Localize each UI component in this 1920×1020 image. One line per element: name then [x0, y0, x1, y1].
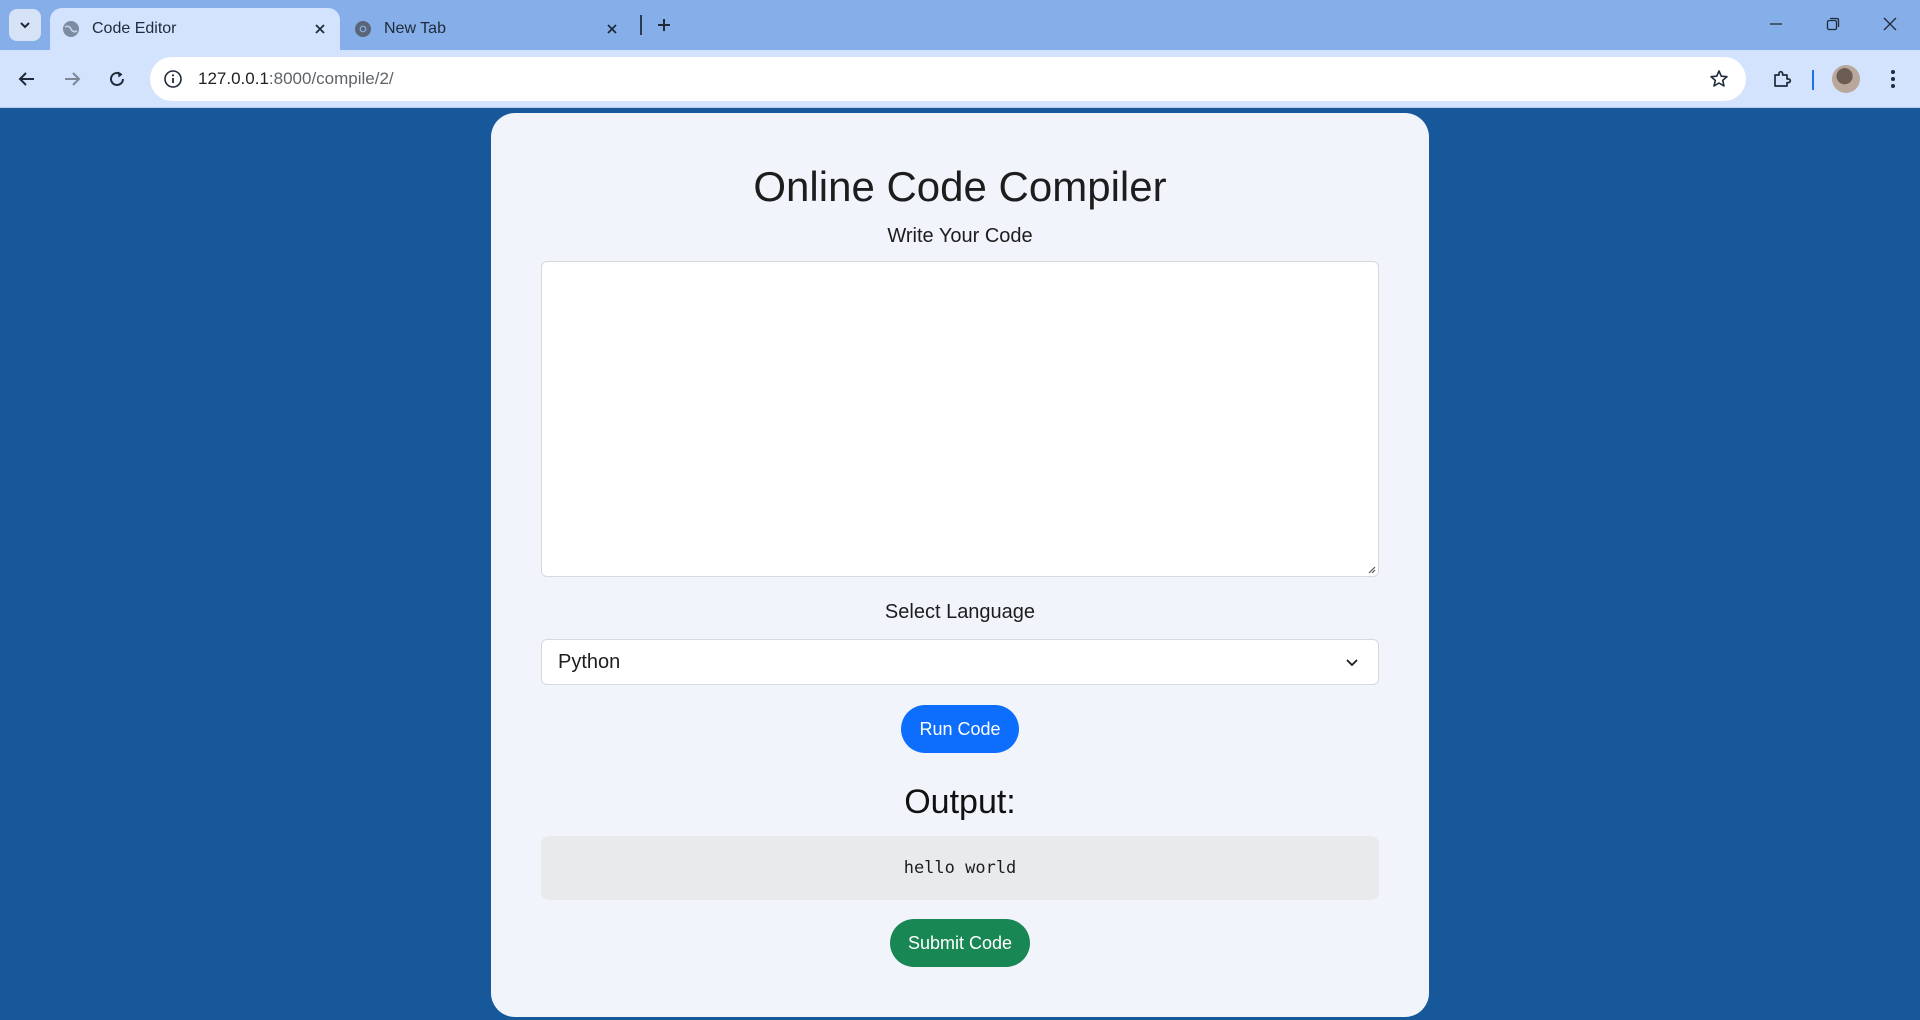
- more-vertical-icon: [1891, 70, 1895, 88]
- tab-code-editor[interactable]: Code Editor: [50, 8, 340, 50]
- compiler-card: Online Code Compiler Write Your Code Sel…: [491, 113, 1429, 1017]
- site-info-icon[interactable]: [158, 64, 188, 94]
- puzzle-icon: [1774, 70, 1792, 87]
- restore-icon: [1826, 17, 1840, 31]
- language-selected-value: Python: [558, 650, 621, 673]
- browser-toolbar: 127.0.0.1:8000/compile/2/: [0, 50, 1920, 108]
- restore-button[interactable]: [1811, 6, 1855, 42]
- forward-button[interactable]: [55, 62, 89, 96]
- resize-handle-icon[interactable]: [1366, 564, 1376, 574]
- bookmark-star-icon[interactable]: [1704, 64, 1734, 94]
- language-select[interactable]: Python: [541, 639, 1379, 685]
- new-tab-button[interactable]: [650, 11, 678, 39]
- url-text[interactable]: 127.0.0.1:8000/compile/2/: [198, 69, 394, 89]
- close-window-button[interactable]: [1868, 6, 1912, 42]
- profile-avatar[interactable]: [1832, 65, 1860, 93]
- arrow-right-icon: [65, 72, 81, 86]
- minimize-icon: [1770, 23, 1782, 25]
- plus-icon: [658, 19, 670, 31]
- tab-separator: [640, 15, 642, 35]
- extensions-button[interactable]: [1765, 62, 1799, 96]
- back-button[interactable]: [10, 62, 44, 96]
- page-title: Online Code Compiler: [753, 163, 1167, 210]
- tab-new-tab[interactable]: New Tab: [342, 8, 632, 50]
- chrome-icon: [354, 20, 372, 38]
- reload-icon: [110, 71, 124, 86]
- tab-title: Code Editor: [92, 20, 177, 37]
- output-box: hello world: [541, 836, 1379, 900]
- address-bar[interactable]: 127.0.0.1:8000/compile/2/: [150, 57, 1746, 101]
- code-label: Write Your Code: [887, 225, 1033, 247]
- tab-strip: Code Editor New Tab: [0, 0, 1920, 50]
- close-icon[interactable]: [600, 17, 624, 41]
- reload-button[interactable]: [100, 62, 134, 96]
- chevron-down-icon: [1340, 650, 1364, 674]
- arrow-left-icon: [18, 72, 34, 86]
- globe-icon: [62, 20, 80, 38]
- submit-code-button[interactable]: Submit Code: [890, 919, 1030, 967]
- code-editor-input[interactable]: [541, 261, 1379, 577]
- toolbar-divider: [1812, 70, 1814, 90]
- chevron-down-icon: [20, 22, 30, 29]
- run-code-button[interactable]: Run Code: [901, 705, 1019, 753]
- output-title: Output:: [904, 783, 1016, 821]
- tab-search-button[interactable]: [9, 9, 41, 41]
- url-path: :8000/compile/2/: [268, 69, 394, 88]
- minimize-button[interactable]: [1754, 6, 1798, 42]
- close-icon: [1883, 17, 1897, 31]
- tab-title: New Tab: [384, 20, 446, 37]
- url-host: 127.0.0.1: [198, 69, 269, 88]
- language-label: Select Language: [884, 601, 1036, 623]
- close-icon[interactable]: [308, 17, 332, 41]
- menu-button[interactable]: [1876, 62, 1910, 96]
